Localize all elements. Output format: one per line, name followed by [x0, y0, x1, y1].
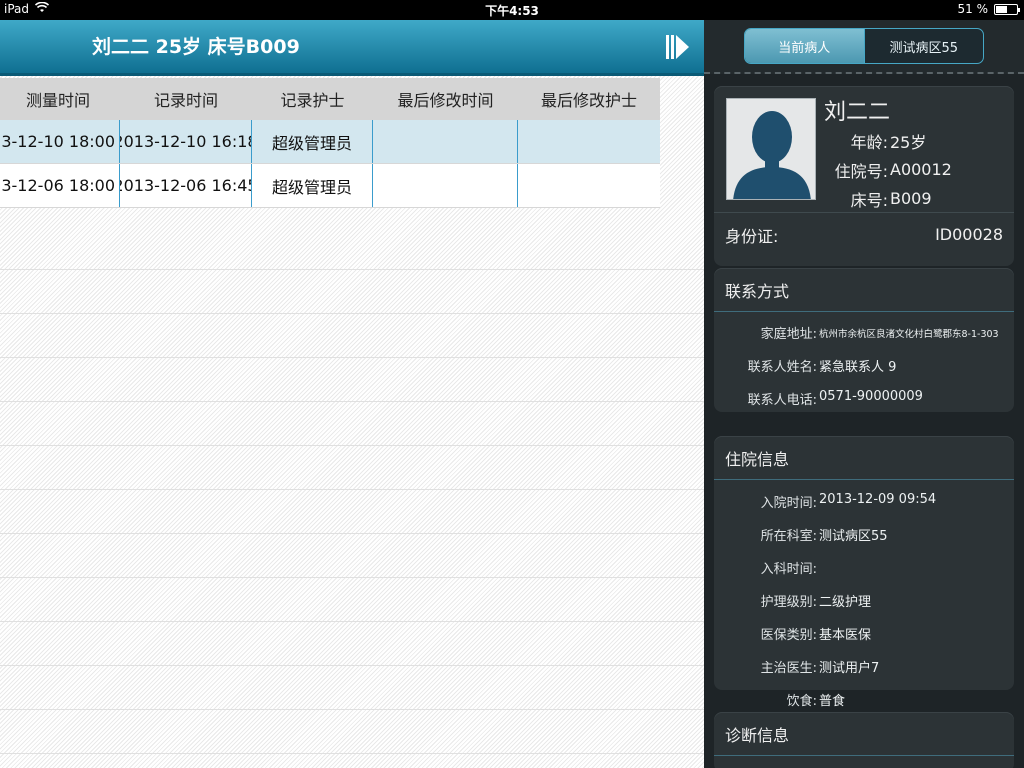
segment-current-patient[interactable]: 当前病人	[745, 29, 864, 63]
nursing-level-value: 二级护理	[819, 595, 872, 610]
cell-last-modified-time	[373, 120, 518, 163]
id-value: ID00028	[935, 225, 1003, 244]
patient-name: 刘二二	[824, 100, 891, 125]
admission-no-value: A00012	[890, 160, 952, 179]
age-label: 年龄:	[850, 132, 888, 152]
insurance-value: 基本医保	[819, 628, 872, 643]
cell-last-modified-time	[373, 164, 518, 207]
battery-icon	[994, 3, 1020, 15]
forward-arrow-icon	[666, 35, 689, 59]
cell-record-time: 2013-12-10 16:18	[120, 120, 252, 163]
col-last-modified-time[interactable]: 最后修改时间	[373, 78, 518, 120]
department-label: 所在科室:	[760, 529, 817, 544]
records-pane: 刘二二 25岁 床号B009 测量时间 记录时间 记录护士 最后修改时间 最后修…	[0, 20, 704, 768]
next-arrow-button[interactable]	[664, 30, 692, 64]
attending-doctor-label: 主治医生:	[760, 661, 817, 676]
bed-value: B009	[890, 189, 932, 208]
admission-card: 住院信息 入院时间: 2013-12-09 09:54 所在科室: 测试病区55 入…	[714, 436, 1014, 709]
clock: 下午4:53	[485, 4, 539, 18]
col-record-time[interactable]: 记录时间	[120, 78, 252, 120]
profile-card: 刘二二 年龄: 25岁 住院号: A00012 床号: B009 身份证: ID000…	[714, 86, 1014, 266]
table-header: 测量时间 记录时间 记录护士 最后修改时间 最后修改护士	[0, 78, 660, 120]
top-navigation-bar: 刘二二 25岁 床号B009	[0, 20, 704, 76]
contact-card: 联系方式 家庭地址: 杭州市余杭区良渚文化村白鹭郡东8-1-303 联系人姓名: 紧…	[714, 268, 1014, 412]
empty-rows	[0, 226, 704, 768]
address-label: 家庭地址:	[760, 327, 817, 342]
id-label: 身份证:	[725, 226, 779, 246]
col-measure-time[interactable]: 测量时间	[0, 78, 120, 120]
cell-record-time: 2013-12-06 16:45	[120, 164, 252, 207]
cell-last-modified-nurse	[518, 120, 660, 163]
col-nurse[interactable]: 记录护士	[252, 78, 373, 120]
col-last-modified-nurse[interactable]: 最后修改护士	[518, 78, 660, 120]
records-table: 测量时间 记录时间 记录护士 最后修改时间 最后修改护士 13-12-10 18…	[0, 78, 660, 208]
diagnosis-title: 诊断信息	[714, 712, 1014, 756]
dept-entry-time-value	[817, 558, 819, 577]
contact-name-value: 紧急联系人 9	[819, 360, 897, 375]
dept-entry-time-label: 入科时间:	[760, 562, 817, 577]
department-value: 测试病区55	[819, 529, 888, 544]
person-silhouette-icon	[733, 111, 811, 199]
admit-time-value: 2013-12-09 09:54	[819, 492, 937, 507]
patient-header-title: 刘二二 25岁 床号B009	[92, 36, 300, 58]
table-row[interactable]: 13-12-10 18:00 2013-12-10 16:18 超级管理员	[0, 120, 660, 164]
insurance-label: 医保类别:	[760, 628, 817, 643]
address-value: 杭州市余杭区良渚文化村白鹭郡东8-1-303	[819, 328, 999, 340]
diet-label: 饮食:	[786, 694, 817, 709]
cell-nurse: 超级管理员	[252, 164, 373, 207]
nursing-level-label: 护理级别:	[760, 595, 817, 610]
attending-doctor-value: 测试用户7	[819, 661, 880, 676]
contact-title: 联系方式	[714, 268, 1014, 312]
avatar	[726, 98, 816, 200]
segment-test-ward[interactable]: 测试病区55	[863, 29, 984, 63]
id-card-row: 身份证: ID00028	[714, 212, 1014, 256]
cell-nurse: 超级管理员	[252, 120, 373, 163]
status-bar: iPad 下午4:53 51 %	[0, 0, 1024, 20]
contact-name-label: 联系人姓名:	[747, 360, 817, 375]
contact-phone-value: 0571-90000009	[819, 389, 923, 404]
cell-measure-time: 13-12-06 18:00	[0, 164, 120, 207]
cell-last-modified-nurse	[518, 164, 660, 207]
diagnosis-card: 诊断信息	[714, 712, 1014, 768]
battery-percent: 51 %	[957, 2, 989, 16]
bed-label: 床号:	[850, 190, 888, 210]
admission-title: 住院信息	[714, 436, 1014, 480]
cell-measure-time: 13-12-10 18:00	[0, 120, 120, 163]
admission-no-label: 住院号:	[834, 161, 888, 181]
table-row[interactable]: 13-12-06 18:00 2013-12-06 16:45 超级管理员	[0, 164, 660, 208]
patient-info-pane: 当前病人 测试病区55 刘二二 年龄: 25岁 住院号: A00012 床号: B00…	[704, 20, 1024, 768]
contact-phone-label: 联系人电话:	[747, 393, 817, 408]
diet-value: 普食	[819, 694, 846, 709]
age-value: 25岁	[890, 132, 927, 152]
patient-ward-segmented-control: 当前病人 测试病区55	[744, 28, 984, 64]
segment-bar: 当前病人 测试病区55	[704, 20, 1024, 74]
admit-time-label: 入院时间:	[760, 496, 817, 511]
